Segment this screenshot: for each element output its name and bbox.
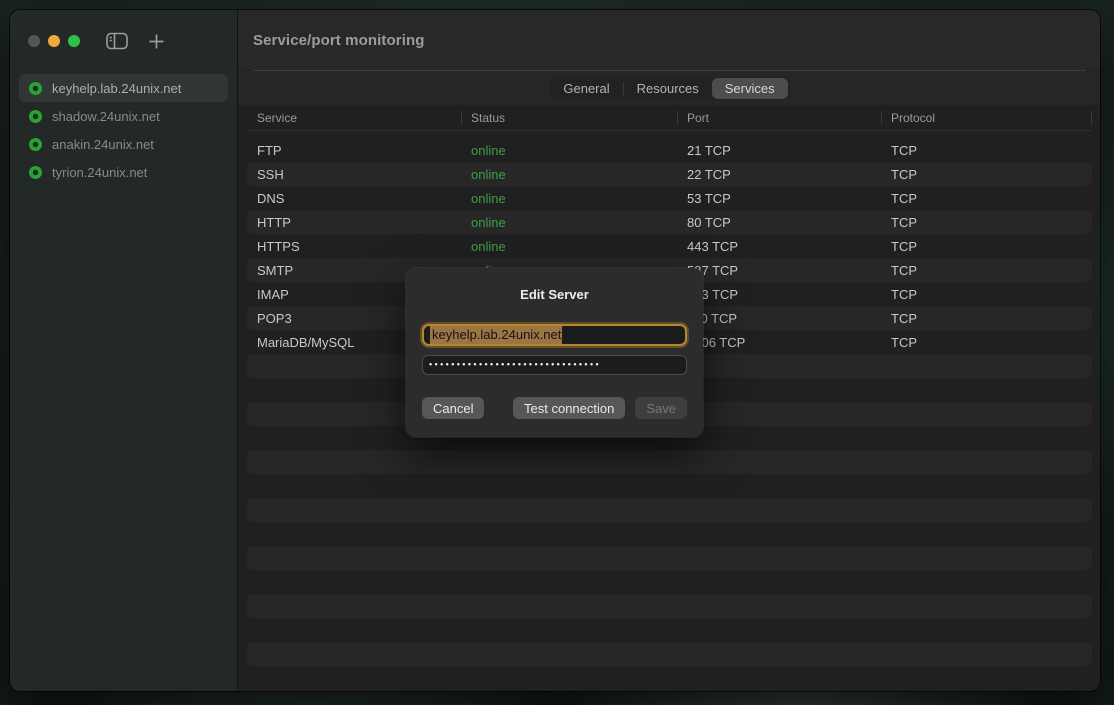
table-row-ftp[interactable]: FTP online 21 TCP TCP [247,138,1092,162]
cell-status: online [461,191,677,206]
add-server-button[interactable] [148,33,165,50]
server-status-icon [29,82,42,95]
cell-protocol: TCP [881,191,1092,206]
cell-port: 80 TCP [677,215,881,230]
desktop: { "window": { "traffic_lights": { "close… [0,0,1114,705]
cell-status: online [461,215,677,230]
empty-row [247,666,1092,690]
table-row-dns[interactable]: DNS online 53 TCP TCP [247,186,1092,210]
titlebar: Service/port monitoring [238,10,1100,70]
save-button[interactable]: Save [635,397,687,419]
column-header-port: Port [677,105,881,130]
sidebar-titlebar [10,10,237,72]
table-row-https[interactable]: HTTPS online 443 TCP TCP [247,234,1092,258]
cell-port: 110 TCP [677,311,881,326]
cell-status: online [461,167,677,182]
tabs-bar: General Resources Services [238,71,1100,105]
server-status-icon [29,138,42,151]
cell-service: SSH [247,167,461,182]
cell-port: 21 TCP [677,143,881,158]
sidebar-item-tyrion[interactable]: tyrion.24unix.net [19,158,228,186]
server-status-icon [29,110,42,123]
sidebar-item-shadow[interactable]: shadow.24unix.net [19,102,228,130]
tab-general[interactable]: General [550,78,622,99]
cell-protocol: TCP [881,167,1092,182]
server-label: shadow.24unix.net [52,109,160,124]
cell-protocol: TCP [881,335,1092,350]
cell-port: 443 TCP [677,239,881,254]
column-header-service: Service [247,105,461,130]
cell-port: 3306 TCP [677,335,881,350]
cell-protocol: TCP [881,215,1092,230]
tab-services[interactable]: Services [712,78,788,99]
sidebar: keyhelp.lab.24unix.net shadow.24unix.net… [10,10,237,691]
cell-status: online [461,239,677,254]
tab-resources[interactable]: Resources [624,78,712,99]
cell-port: 53 TCP [677,191,881,206]
column-header-status: Status [461,105,677,130]
empty-row [247,594,1092,618]
cell-service: FTP [247,143,461,158]
masked-password-text: ••••••••••••••••••••••••••••••• [429,360,601,370]
server-status-icon [29,166,42,179]
toggle-sidebar-button[interactable] [106,32,128,50]
sidebar-item-keyhelp[interactable]: keyhelp.lab.24unix.net [19,74,228,102]
cell-service: DNS [247,191,461,206]
empty-row [247,546,1092,570]
table-row-ssh[interactable]: SSH online 22 TCP TCP [247,162,1092,186]
segmented-control: General Resources Services [549,77,788,100]
server-label: anakin.24unix.net [52,137,154,152]
minimize-button[interactable] [48,35,60,47]
empty-row [247,618,1092,642]
sidebar-toggle-icon [106,32,128,50]
empty-row [247,474,1092,498]
table-row-http[interactable]: HTTP online 80 TCP TCP [247,210,1092,234]
server-address-input[interactable]: keyhelp.lab.24unix.net [422,324,687,346]
cell-protocol: TCP [881,263,1092,278]
cell-status: online [461,143,677,158]
server-label: tyrion.24unix.net [52,165,147,180]
empty-row [247,450,1092,474]
selected-text: keyhelp.lab.24unix.net [430,326,562,344]
close-button[interactable] [28,35,40,47]
empty-row [247,498,1092,522]
edit-server-dialog: Edit Server keyhelp.lab.24unix.net •••••… [406,268,703,437]
test-connection-button[interactable]: Test connection [513,397,625,419]
empty-row [247,522,1092,546]
cancel-button[interactable]: Cancel [422,397,484,419]
dialog-buttons: Cancel Test connection Save [422,397,687,419]
cell-port: 143 TCP [677,287,881,302]
cell-protocol: TCP [881,143,1092,158]
server-label: keyhelp.lab.24unix.net [52,81,181,96]
table-header: Service Status Port Protocol [247,105,1092,131]
zoom-button[interactable] [68,35,80,47]
cell-protocol: TCP [881,311,1092,326]
dialog-title: Edit Server [422,287,687,302]
traffic-lights [28,35,80,47]
cell-protocol: TCP [881,287,1092,302]
sidebar-item-anakin[interactable]: anakin.24unix.net [19,130,228,158]
cell-port: 587 TCP [677,263,881,278]
empty-row [247,642,1092,666]
cell-service: HTTPS [247,239,461,254]
empty-row [247,570,1092,594]
cell-service: HTTP [247,215,461,230]
cell-port: 22 TCP [677,167,881,182]
password-input[interactable]: ••••••••••••••••••••••••••••••• [422,355,687,375]
cell-protocol: TCP [881,239,1092,254]
column-header-protocol: Protocol [881,105,1092,130]
page-title: Service/port monitoring [253,32,425,49]
plus-icon [148,33,165,50]
server-list: keyhelp.lab.24unix.net shadow.24unix.net… [10,72,237,188]
